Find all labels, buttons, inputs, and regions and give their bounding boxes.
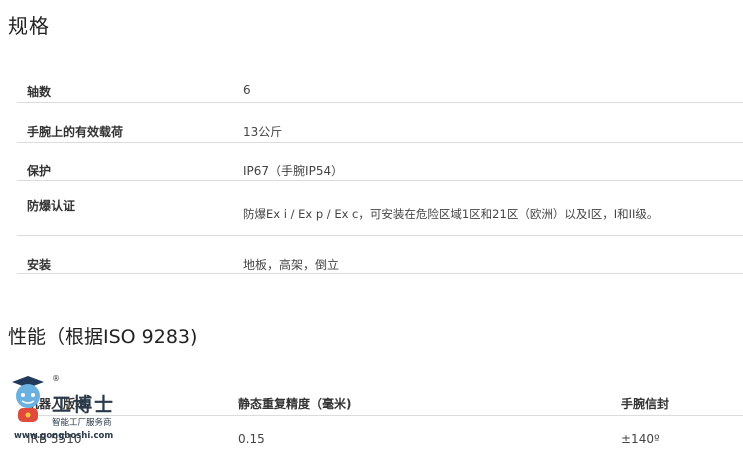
cell-repeatability: 0.15	[238, 432, 265, 446]
spec-page: 规格 轴数 6 手腕上的有效载荷 13公斤 保护 IP67（手腕IP54） 防爆…	[0, 0, 743, 455]
spec-label: 手腕上的有效载荷	[27, 125, 124, 139]
spec-value: 13公斤	[243, 125, 283, 139]
spec-label: 防爆认证	[27, 199, 76, 213]
cell-wrist-envelope: ±140º	[621, 432, 660, 446]
spec-value: 6	[243, 83, 251, 97]
watermark-url: www.gongboshi.com	[14, 431, 114, 441]
header-wrist-envelope: 手腕信封	[621, 397, 670, 411]
spec-row-protection: 保护 IP67（手腕IP54）	[17, 143, 743, 181]
spec-row-axes: 轴数 6	[17, 72, 743, 103]
spec-heading: 规格	[8, 14, 50, 38]
watermark-title: 工博士	[52, 394, 116, 416]
watermark-tagline: 智能工厂服务商	[52, 418, 112, 428]
performance-heading: 性能（根据ISO 9283)	[8, 326, 198, 348]
spec-value: IP67（手腕IP54）	[243, 164, 344, 178]
spec-row-payload: 手腕上的有效载荷 13公斤	[17, 103, 743, 143]
registered-mark: ®	[52, 374, 60, 383]
spec-table: 轴数 6 手腕上的有效载荷 13公斤 保护 IP67（手腕IP54） 防爆认证 …	[17, 72, 743, 274]
spec-row-mounting: 安装 地板，高架，倒立	[17, 236, 743, 274]
spec-label: 轴数	[27, 85, 52, 99]
header-repeatability: 静态重复精度（毫米)	[238, 397, 352, 411]
spec-row-explosion-proof: 防爆认证 防爆Ex i / Ex p / Ex c，可安装在危险区域1区和21区…	[17, 181, 743, 236]
spec-value: 地板，高架，倒立	[243, 258, 340, 272]
spec-label: 保护	[27, 164, 52, 178]
spec-value: 防爆Ex i / Ex p / Ex c，可安装在危险区域1区和21区（欧洲）以…	[243, 207, 659, 221]
spec-label: 安装	[27, 258, 52, 272]
mascot-icon	[12, 376, 44, 422]
watermark-logo: ® 工博士 智能工厂服务商 www.gongboshi.com	[6, 374, 146, 444]
